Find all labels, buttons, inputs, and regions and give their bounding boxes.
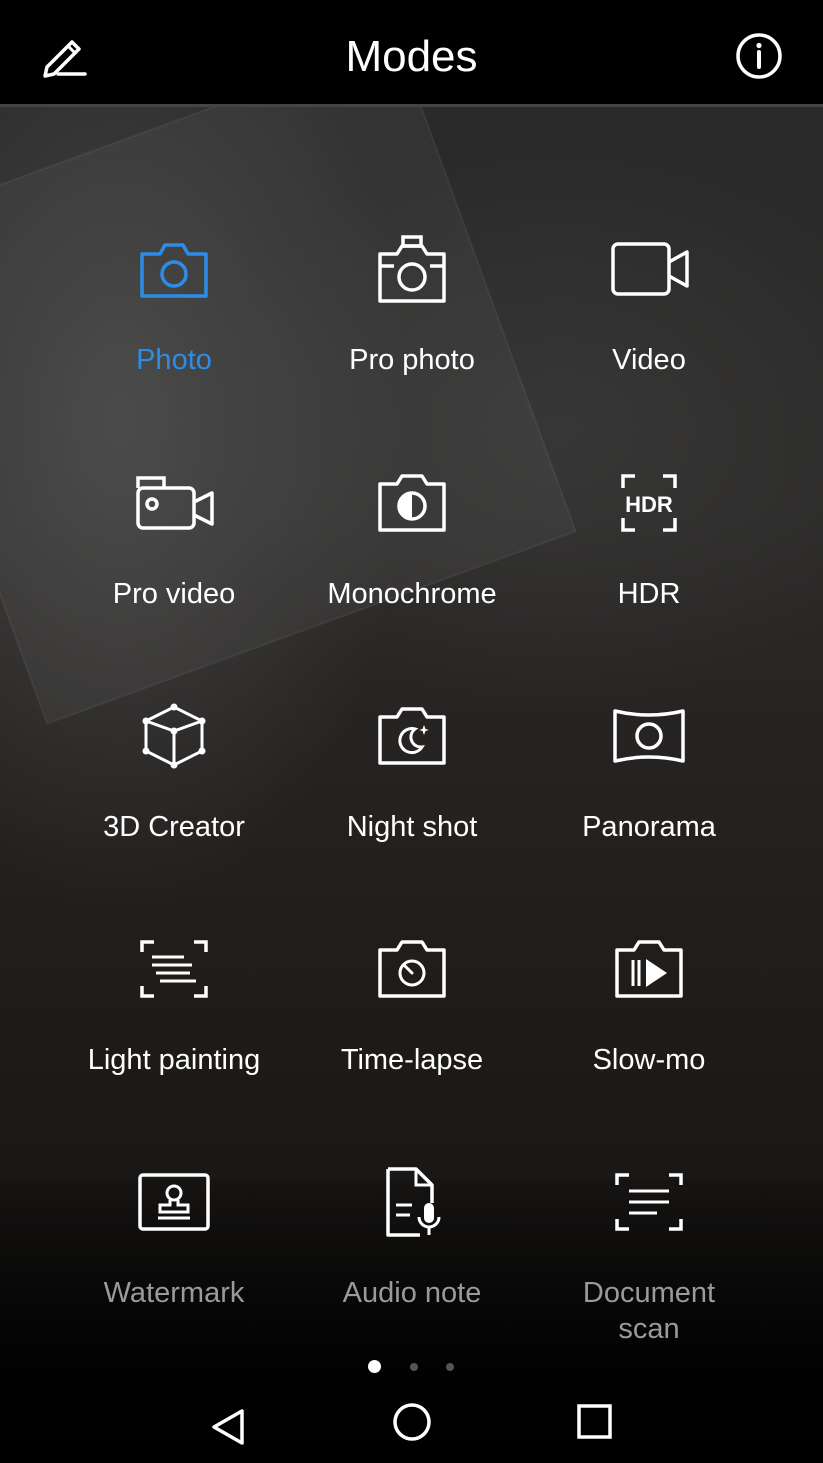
slow-motion-icon [615, 940, 683, 998]
mode-label: 3D Creator [103, 811, 245, 843]
system-nav-bar [0, 1385, 823, 1463]
mode-pro-video[interactable]: Pro video [54, 466, 294, 666]
divider [0, 104, 823, 107]
page-dot[interactable] [446, 1363, 454, 1371]
panorama-icon [613, 709, 685, 763]
light-painting-icon [140, 940, 208, 998]
pro-video-icon [136, 476, 214, 530]
mode-night-shot[interactable]: Night shot [292, 699, 532, 899]
info-circle-icon [736, 33, 782, 79]
recents-square-icon [577, 1404, 612, 1439]
home-circle-icon [393, 1403, 431, 1441]
page-indicator [0, 1360, 823, 1374]
mode-audio-note[interactable]: Audio note [292, 1165, 532, 1365]
pro-camera-icon [378, 235, 446, 303]
page-dot[interactable] [410, 1363, 418, 1371]
mode-label: Document scan [582, 1277, 716, 1345]
back-triangle-icon [212, 1409, 244, 1445]
mode-monochrome[interactable]: Monochrome [292, 466, 532, 666]
mode-label: Watermark [103, 1277, 245, 1309]
mode-label: HDR [617, 578, 681, 610]
mode-label: Monochrome [327, 578, 497, 610]
mode-label: Video [612, 344, 686, 376]
hdr-icon: HDR [621, 474, 677, 532]
mode-label: Slow-mo [592, 1044, 706, 1076]
mode-label: Pro photo [349, 344, 475, 376]
monochrome-icon [378, 474, 446, 532]
page-title: Modes [345, 32, 478, 81]
night-moon-camera-icon [378, 707, 446, 765]
mode-label: Night shot [346, 811, 478, 843]
svg-text:HDR: HDR [625, 492, 673, 517]
audio-note-icon [386, 1167, 441, 1237]
mode-watermark[interactable]: Watermark [54, 1165, 294, 1365]
top-bar: Modes [0, 0, 823, 107]
watermark-stamp-icon [138, 1173, 210, 1231]
mode-hdr[interactable]: HDR HDR [529, 466, 769, 666]
mode-time-lapse[interactable]: Time-lapse [292, 932, 532, 1132]
mode-video[interactable]: Video [529, 232, 769, 432]
time-lapse-icon [378, 940, 446, 998]
page-dot-active[interactable] [368, 1360, 381, 1373]
cube-3d-icon [142, 703, 206, 769]
mode-photo[interactable]: Photo [54, 232, 294, 432]
mode-slow-mo[interactable]: Slow-mo [529, 932, 769, 1132]
camera-icon [140, 243, 208, 298]
mode-label: Time-lapse [340, 1044, 484, 1076]
info-button[interactable] [733, 30, 785, 82]
mode-panorama[interactable]: Panorama [529, 699, 769, 899]
video-camera-icon [611, 242, 689, 296]
document-scan-icon [615, 1173, 683, 1231]
mode-light-painting[interactable]: Light painting [54, 932, 294, 1132]
mode-document-scan[interactable]: Document scan [529, 1165, 769, 1365]
mode-label: Audio note [342, 1277, 482, 1309]
home-button[interactable] [382, 1397, 442, 1457]
back-button[interactable] [198, 1397, 258, 1457]
mode-pro-photo[interactable]: Pro photo [292, 232, 532, 432]
mode-3d-creator[interactable]: 3D Creator [54, 699, 294, 899]
mode-label: Pro video [112, 578, 236, 610]
mode-label: Light painting [87, 1044, 261, 1076]
mode-label: Photo [136, 344, 212, 376]
mode-label: Panorama [582, 811, 716, 843]
recents-button[interactable] [564, 1397, 624, 1457]
